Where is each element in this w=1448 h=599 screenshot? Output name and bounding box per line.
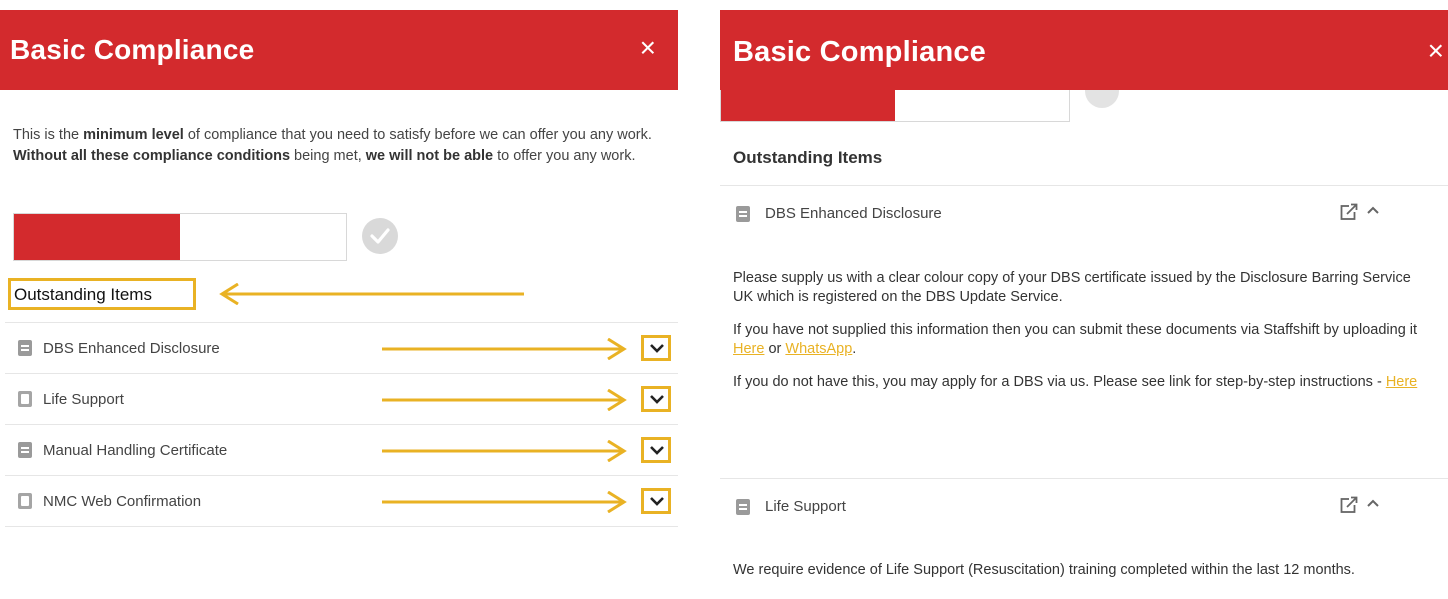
document-icon	[18, 340, 32, 356]
list-item[interactable]: Manual Handling Certificate	[5, 425, 678, 476]
annotation-arrow-right	[382, 491, 627, 513]
compliance-intro-text: This is the minimum level of compliance …	[13, 127, 652, 164]
chevron-down-icon	[650, 497, 664, 506]
progress-fill	[721, 90, 895, 121]
modal-header: Basic Compliance ×	[720, 10, 1448, 90]
modal-header: Basic Compliance ×	[0, 10, 678, 90]
expand-button[interactable]	[641, 335, 671, 361]
external-link-icon[interactable]	[1340, 496, 1358, 514]
dbs-details: Please supply us with a clear colour cop…	[733, 269, 1433, 406]
blank-document-icon	[18, 493, 32, 509]
compliance-modal-left: Basic Compliance × This is the minimum l…	[0, 0, 678, 599]
chevron-up-icon[interactable]	[1366, 498, 1380, 508]
modal-title: Basic Compliance	[10, 34, 255, 65]
close-icon[interactable]: ×	[1428, 37, 1444, 65]
blank-document-icon	[18, 391, 32, 407]
item-label: NMC Web Confirmation	[43, 493, 202, 510]
whatsapp-link[interactable]: WhatsApp	[785, 341, 852, 357]
annotation-arrow-right	[382, 389, 627, 411]
list-item[interactable]: Life Support	[5, 374, 678, 425]
item-label: Manual Handling Certificate	[43, 442, 228, 459]
expand-button[interactable]	[641, 437, 671, 463]
list-item[interactable]: DBS Enhanced Disclosure	[5, 323, 678, 374]
accordion-header-life-support[interactable]: Life Support	[720, 479, 1448, 535]
outstanding-items-heading: Outstanding Items	[8, 278, 196, 310]
list-item[interactable]: NMC Web Confirmation	[5, 476, 678, 527]
annotation-arrow-right	[382, 338, 627, 360]
expand-button[interactable]	[641, 488, 671, 514]
dbs-paragraph-2: If you have not supplied this informatio…	[733, 322, 1418, 357]
expand-button[interactable]	[641, 386, 671, 412]
annotation-arrow-right	[382, 440, 627, 462]
compliance-modal-right: Basic Compliance × Outstanding Items DBS…	[720, 0, 1448, 599]
compliance-progress-bar	[13, 213, 347, 261]
document-icon	[736, 206, 750, 222]
here-upload-link[interactable]: Here	[733, 341, 764, 357]
life-support-paragraph-1: We require evidence of Life Support (Res…	[733, 562, 1355, 578]
outstanding-items-heading: Outstanding Items	[733, 148, 883, 167]
here-instructions-link[interactable]: Here	[1386, 374, 1417, 390]
chevron-down-icon	[650, 446, 664, 455]
accordion-header-dbs[interactable]: DBS Enhanced Disclosure	[720, 186, 1448, 242]
external-link-icon[interactable]	[1340, 203, 1358, 221]
dbs-paragraph-1: Please supply us with a clear colour cop…	[733, 270, 1411, 305]
item-label: Life Support	[43, 391, 124, 408]
document-icon	[18, 442, 32, 458]
chevron-down-icon	[650, 395, 664, 404]
close-icon[interactable]: ×	[640, 34, 656, 62]
dbs-paragraph-3: If you do not have this, you may apply f…	[733, 374, 1418, 390]
compliance-progress-bar	[720, 90, 1070, 122]
check-circle-icon	[362, 218, 398, 254]
annotation-arrow-left	[219, 283, 524, 305]
item-label: DBS Enhanced Disclosure	[765, 205, 942, 222]
modal-title: Basic Compliance	[733, 36, 987, 68]
document-icon	[736, 499, 750, 515]
outstanding-items-list: DBS Enhanced Disclosure Life Support Man…	[5, 322, 678, 527]
item-label: Life Support	[765, 498, 846, 515]
life-support-details: We require evidence of Life Support (Res…	[733, 561, 1433, 594]
item-label: DBS Enhanced Disclosure	[43, 340, 220, 357]
chevron-down-icon	[650, 344, 664, 353]
progress-fill	[14, 214, 180, 260]
chevron-up-icon[interactable]	[1366, 205, 1380, 215]
